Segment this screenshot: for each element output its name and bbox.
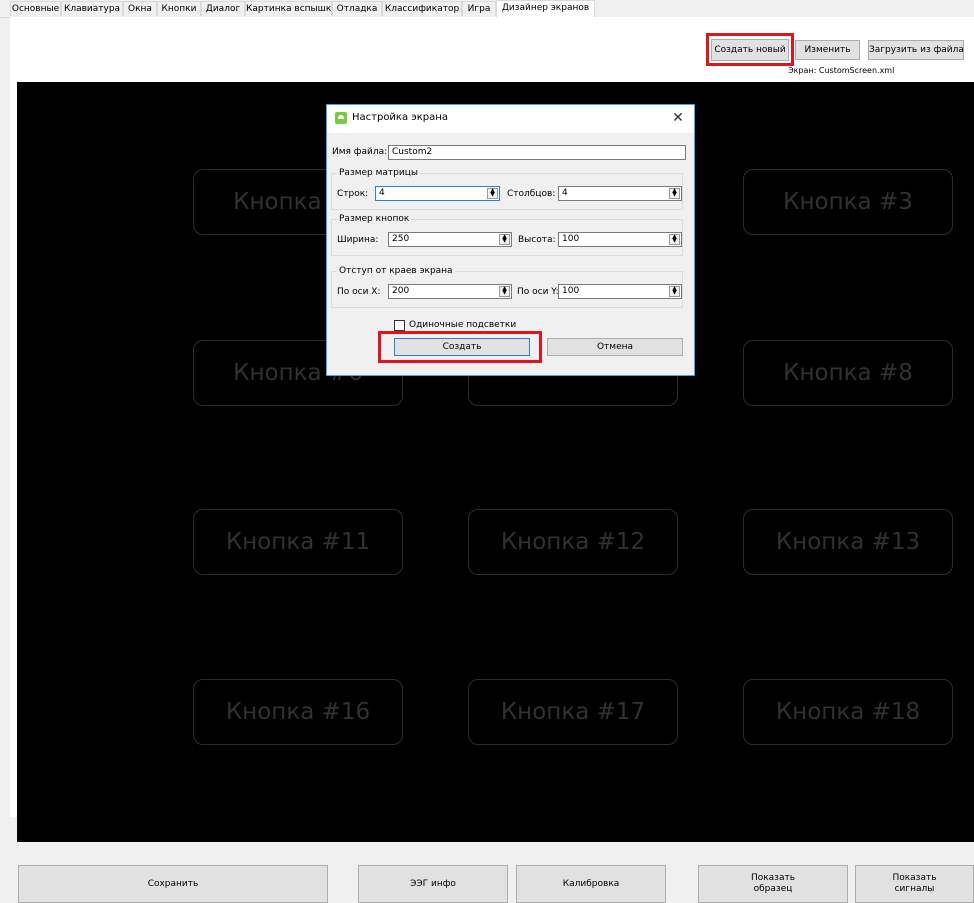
edit-button[interactable]: Изменить xyxy=(795,40,860,60)
calibration-button[interactable]: Калибровка xyxy=(516,865,666,903)
spin-arrows-icon[interactable]: ▲ ▼ xyxy=(487,188,498,199)
tab-flash-image[interactable]: Картинка вспышки xyxy=(245,1,337,16)
app-icon xyxy=(335,112,347,124)
save-button[interactable]: Сохранить xyxy=(18,865,328,903)
rows-label: Строк: xyxy=(337,189,369,199)
tab-windows[interactable]: Окна xyxy=(123,1,157,16)
width-spinbox[interactable]: 250 ▲ ▼ xyxy=(388,232,512,247)
highlight-create xyxy=(378,331,542,363)
grid-button-12[interactable]: Кнопка #12 xyxy=(468,509,678,575)
x-offset-spinbox[interactable]: 200 ▲ ▼ xyxy=(388,284,512,299)
tab-screen-designer[interactable]: Дизайнер экранов xyxy=(496,0,595,18)
matrix-size-title: Размер матрицы xyxy=(337,168,420,178)
tab-debug[interactable]: Отладка xyxy=(332,1,382,16)
cancel-button[interactable]: Отмена xyxy=(547,338,683,356)
eeg-info-button[interactable]: ЭЭГ инфо xyxy=(358,865,508,903)
columns-spinbox[interactable]: 4 ▲ ▼ xyxy=(558,186,682,201)
tab-classifier[interactable]: Классификатор xyxy=(382,1,462,16)
grid-button-16[interactable]: Кнопка #16 xyxy=(193,679,403,745)
width-label: Ширина: xyxy=(337,235,379,245)
single-highlight-label: Одиночные подсветки xyxy=(409,320,517,330)
tab-game[interactable]: Игра xyxy=(462,1,496,16)
button-size-title: Размер кнопок xyxy=(337,214,412,224)
current-screen-label: Экран: CustomScreen.xml xyxy=(788,66,895,75)
highlight-create-new xyxy=(706,33,794,66)
spin-arrows-icon[interactable]: ▲ ▼ xyxy=(499,286,510,297)
tab-dialog[interactable]: Диалог xyxy=(201,1,245,16)
tab-buttons[interactable]: Кнопки xyxy=(157,1,201,16)
grid-button-13[interactable]: Кнопка #13 xyxy=(743,509,953,575)
show-signals-button[interactable]: Показать сигналы xyxy=(855,865,974,903)
show-sample-button[interactable]: Показать образец xyxy=(698,865,848,903)
x-offset-label: По оси X: xyxy=(337,287,381,297)
height-spinbox[interactable]: 100 ▲ ▼ xyxy=(558,232,682,247)
y-offset-spinbox[interactable]: 100 ▲ ▼ xyxy=(558,284,682,299)
tab-bar: Основные Клавиатура Окна Кнопки Диалог К… xyxy=(0,0,974,18)
button-size-group: Размер кнопок Ширина: 250 ▲ ▼ Высота: 100… xyxy=(331,214,683,256)
margin-group: Отступ от краев экрана По оси X: 200 ▲ ▼ … xyxy=(331,266,683,308)
tab-keyboard[interactable]: Клавиатура xyxy=(61,1,123,16)
file-name-label: Имя файла: xyxy=(332,147,388,157)
grid-button-17[interactable]: Кнопка #17 xyxy=(468,679,678,745)
close-icon[interactable]: ✕ xyxy=(668,108,688,128)
y-offset-label: По оси Y: xyxy=(517,287,559,297)
grid-button-18[interactable]: Кнопка #18 xyxy=(743,679,953,745)
rows-spinbox[interactable]: 4 ▲ ▼ xyxy=(375,186,500,201)
dialog-titlebar[interactable]: Настройка экрана ✕ xyxy=(327,105,694,133)
tab-main[interactable]: Основные xyxy=(10,1,61,16)
height-label: Высота: xyxy=(518,235,556,245)
spin-arrows-icon[interactable]: ▲ ▼ xyxy=(669,286,680,297)
grid-button-3[interactable]: Кнопка #3 xyxy=(743,169,953,235)
spin-arrows-icon[interactable]: ▲ ▼ xyxy=(669,234,680,245)
file-name-input[interactable]: Custom2 xyxy=(388,145,686,160)
load-from-file-button[interactable]: Загрузить из файла xyxy=(868,40,964,60)
margin-title: Отступ от краев экрана xyxy=(337,266,455,276)
grid-button-8[interactable]: Кнопка #8 xyxy=(743,340,953,406)
spin-arrows-icon[interactable]: ▲ ▼ xyxy=(499,234,510,245)
matrix-size-group: Размер матрицы Строк: 4 ▲ ▼ Столбцов: 4 ▲… xyxy=(331,168,683,210)
grid-button-11[interactable]: Кнопка #11 xyxy=(193,509,403,575)
spin-arrows-icon[interactable]: ▲ ▼ xyxy=(669,188,680,199)
single-highlight-checkbox[interactable] xyxy=(394,320,405,331)
dialog-title: Настройка экрана xyxy=(352,112,448,123)
columns-label: Столбцов: xyxy=(507,189,556,199)
